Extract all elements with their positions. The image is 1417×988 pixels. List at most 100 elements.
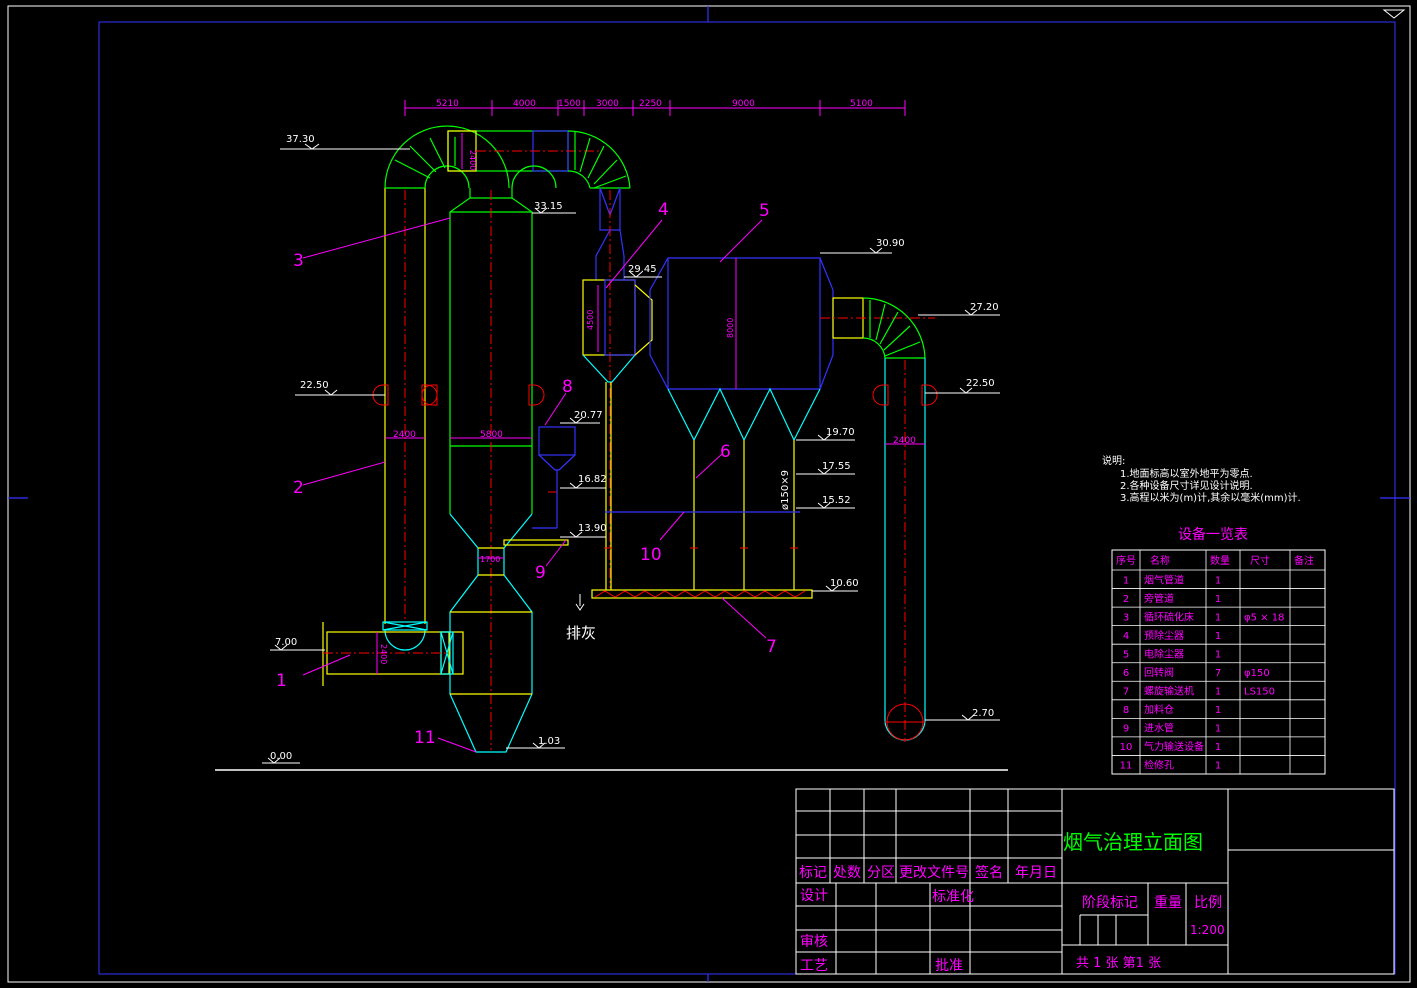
table-cell-qty: 1 <box>1215 761 1221 772</box>
dim-9000: 9000 <box>732 99 755 109</box>
elev-22-50-left: 22.50 <box>300 380 329 391</box>
table-cell-name: 回转阀 <box>1144 666 1174 679</box>
header-name: 名称 <box>1150 554 1170 567</box>
equipment-table-rows: 1 烟气管道 1 2 旁管道 1 3 循环硫化床 1 φ5 × 18 4 预除尘器 1 5 电除尘器 1 6 回转… <box>1112 573 1325 775</box>
top-duct: 2400 <box>447 130 631 189</box>
elev-15-52: 15.52 <box>822 495 851 506</box>
cfb-reactor: 5800 1700 <box>421 188 545 753</box>
bypass-duct: 2400 <box>372 125 510 651</box>
elevation-labels: 37.30 33.15 30.90 29.45 27.20 22.50 22.5… <box>270 134 999 762</box>
header-note: 备注 <box>1294 554 1314 567</box>
header-size: 尺寸 <box>1250 554 1270 567</box>
table-cell-no: 3 <box>1123 612 1129 623</box>
callout-8: 8 <box>562 377 573 397</box>
equipment-table-header: 序号 名称 数量 尺寸 备注 <box>1116 554 1314 567</box>
dim-1700: 1700 <box>480 555 500 564</box>
elev-0-00: 0.00 <box>270 751 292 762</box>
table-cell-no: 11 <box>1120 761 1133 772</box>
drawing-title: 烟气治理立面图 <box>1063 830 1203 854</box>
water-inlet-pipe <box>503 539 569 546</box>
header-qty: 数量 <box>1210 554 1230 567</box>
table-cell-no: 4 <box>1123 631 1129 642</box>
callout-10: 10 <box>640 545 662 565</box>
elev-19-70: 19.70 <box>826 427 855 438</box>
table-cell-qty: 1 <box>1215 631 1221 642</box>
rev-header-sign: 签名 <box>975 864 1003 881</box>
table-cell-qty: 1 <box>1215 742 1221 753</box>
dim-4000: 4000 <box>513 99 536 109</box>
table-cell-no: 5 <box>1123 649 1129 660</box>
screw-conveyor <box>575 589 813 611</box>
elev-27-20: 27.20 <box>970 302 999 313</box>
design-notes: 说明: 1.地面标高以室外地平为零点. 2.各种设备尺寸详见设计说明. 3.高程… <box>1102 454 1301 504</box>
table-cell-name: 加料仓 <box>1144 703 1174 716</box>
elev-2-70: 2.70 <box>972 708 994 719</box>
dim-1500: 1500 <box>558 99 581 109</box>
label-standardize: 标准化 <box>932 889 974 905</box>
dim-2400-inlet: 2400 <box>379 644 388 664</box>
dim-pipe-150: ø150×9 <box>780 470 791 510</box>
callout-4: 4 <box>658 200 669 220</box>
equipment-table-title: 设备一览表 <box>1178 526 1248 543</box>
dim-2400-left: 2400 <box>393 430 416 440</box>
ash-discharge-label: 排灰 <box>566 624 596 642</box>
elev-30-90: 30.90 <box>876 238 905 249</box>
elev-7-00: 7.00 <box>275 637 297 648</box>
table-cell-qty: 7 <box>1215 668 1221 679</box>
table-cell-name: 检修孔 <box>1144 759 1174 772</box>
note-line-3: 3.高程以米为(m)计,其余以毫米(mm)计. <box>1120 491 1301 504</box>
elevation-markers <box>262 143 1000 764</box>
table-cell-no: 1 <box>1123 575 1129 586</box>
elev-17-55: 17.55 <box>822 461 851 472</box>
table-cell-qty: 1 <box>1215 575 1221 586</box>
label-scale: 比例 <box>1194 895 1222 911</box>
elev-20-77: 20.77 <box>574 410 603 421</box>
label-review: 审核 <box>800 934 828 950</box>
label-weight: 重量 <box>1154 895 1182 911</box>
elev-13-90: 13.90 <box>578 523 607 534</box>
label-approve: 批准 <box>935 958 963 974</box>
callout-3: 3 <box>293 251 304 271</box>
table-cell-name: 气力输送设备 <box>1144 740 1204 753</box>
table-cell-qty: 1 <box>1215 649 1221 660</box>
label-stage-mark: 阶段标记 <box>1082 895 1138 911</box>
dim-5800: 5800 <box>480 430 503 440</box>
dim-2400-right: 2400 <box>893 436 916 446</box>
callout-7: 7 <box>766 637 777 657</box>
table-cell-size: φ5 × 18 <box>1244 612 1284 623</box>
elev-22-50-right: 22.50 <box>966 378 995 389</box>
elev-16-82: 16.82 <box>578 474 607 485</box>
dim-2250: 2250 <box>639 99 662 109</box>
table-cell-qty: 1 <box>1215 687 1221 698</box>
dim-4500: 4500 <box>586 310 595 330</box>
dim-2400-top: 2400 <box>468 150 477 170</box>
callout-9: 9 <box>535 563 546 583</box>
table-cell-name: 循环硫化床 <box>1144 610 1194 623</box>
callout-5: 5 <box>759 201 770 221</box>
table-cell-qty: 1 <box>1215 612 1221 623</box>
rev-header-mark: 标记 <box>799 865 827 881</box>
dim-3000: 3000 <box>596 99 619 109</box>
table-cell-no: 7 <box>1123 687 1129 698</box>
callout-11: 11 <box>414 728 436 748</box>
dim-8000: 8000 <box>726 318 735 338</box>
elev-33-15: 33.15 <box>534 201 563 212</box>
table-cell-name: 电除尘器 <box>1144 647 1184 660</box>
table-cell-qty: 1 <box>1215 724 1221 735</box>
dim-5100: 5100 <box>850 99 873 109</box>
rev-header-count: 处数 <box>833 865 861 881</box>
label-design: 设计 <box>800 888 828 904</box>
cad-drawing-canvas: .w { stroke:#ffffff; fill:none; stroke-w… <box>7 5 1411 983</box>
table-cell-size: LS150 <box>1244 687 1275 698</box>
title-block <box>795 788 1395 975</box>
table-cell-qty: 1 <box>1215 705 1221 716</box>
elev-29-45: 29.45 <box>628 264 657 275</box>
flue-inlet-duct: 2400 <box>322 622 464 686</box>
outlet-duct: 2400 <box>820 297 938 742</box>
callout-leaders <box>302 217 767 753</box>
rev-header-zone: 分区 <box>867 865 895 881</box>
rev-header-change-doc: 更改文件号 <box>899 865 969 881</box>
notes-heading: 说明: <box>1102 454 1125 467</box>
elev-10-60: 10.60 <box>830 578 859 589</box>
label-process: 工艺 <box>800 958 828 974</box>
